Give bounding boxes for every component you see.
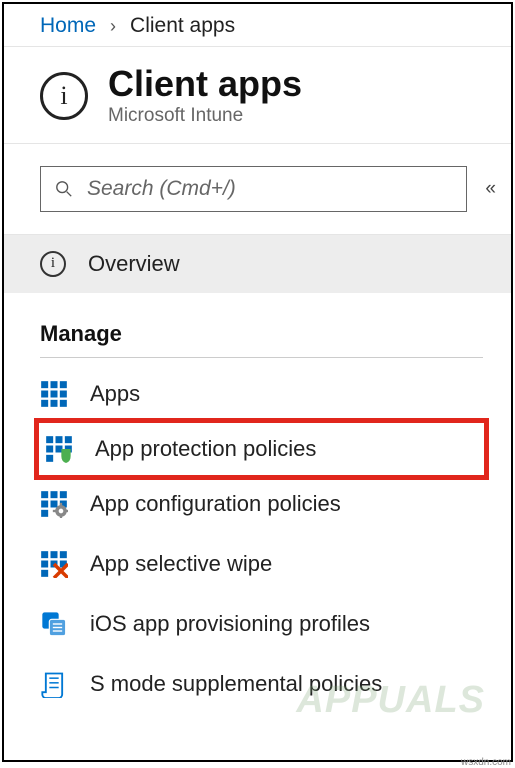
nav-item-label: Apps	[90, 381, 140, 407]
nav-item-app-protection-policies[interactable]: App protection policies	[34, 418, 489, 480]
collapse-icon[interactable]: «	[485, 178, 491, 200]
nav-item-label: iOS app provisioning profiles	[90, 611, 370, 637]
apps-wipe-icon	[40, 550, 68, 578]
search-row: Search (Cmd+/) «	[4, 144, 511, 235]
provisioning-profile-icon	[40, 610, 68, 638]
page-subtitle: Microsoft Intune	[108, 105, 302, 127]
credit-text: wsxdn.com	[461, 757, 511, 768]
nav-overview[interactable]: i Overview	[4, 235, 511, 293]
nav-item-app-configuration-policies[interactable]: App configuration policies	[4, 474, 511, 534]
apps-grid-icon	[40, 380, 68, 408]
nav-item-label: App protection policies	[95, 436, 316, 462]
nav-item-ios-provisioning[interactable]: iOS app provisioning profiles	[4, 594, 511, 654]
nav-item-label: App selective wipe	[90, 551, 272, 577]
nav-item-label: App configuration policies	[90, 491, 341, 517]
info-icon: i	[40, 251, 66, 277]
section-header-manage: Manage	[4, 293, 511, 357]
scroll-document-icon	[40, 670, 68, 698]
apps-shield-icon	[45, 435, 73, 463]
info-icon: i	[40, 72, 88, 120]
breadcrumb-home-link[interactable]: Home	[40, 14, 96, 38]
nav-item-apps[interactable]: Apps	[4, 364, 511, 424]
apps-gear-icon	[40, 490, 68, 518]
breadcrumb: Home › Client apps	[4, 4, 511, 47]
chevron-right-icon: ›	[110, 16, 116, 37]
page-header: i Client apps Microsoft Intune	[4, 47, 511, 144]
search-placeholder: Search (Cmd+/)	[87, 177, 236, 201]
divider	[40, 357, 483, 358]
nav-item-app-selective-wipe[interactable]: App selective wipe	[4, 534, 511, 594]
breadcrumb-current: Client apps	[130, 14, 235, 38]
nav-item-label: S mode supplemental policies	[90, 671, 382, 697]
search-icon	[55, 180, 73, 198]
nav-overview-label: Overview	[88, 251, 180, 277]
page-title: Client apps	[108, 65, 302, 103]
search-input[interactable]: Search (Cmd+/)	[40, 166, 467, 212]
nav-item-s-mode-policies[interactable]: S mode supplemental policies	[4, 654, 511, 714]
